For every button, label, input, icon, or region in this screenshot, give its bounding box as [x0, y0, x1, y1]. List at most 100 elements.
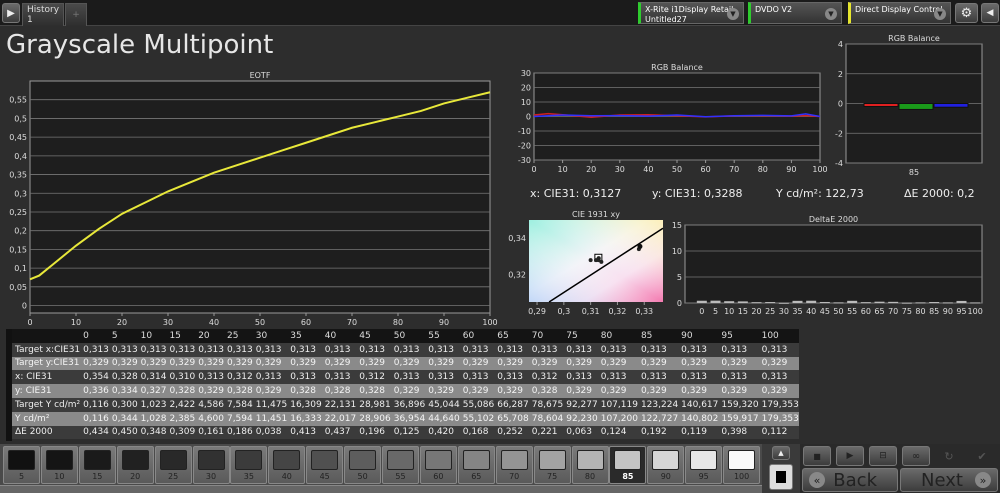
scroll-up-icon[interactable]: ▲ [772, 446, 790, 460]
column-header: 30 [252, 329, 288, 343]
table-cell: 0,313 [390, 370, 426, 385]
stop-measure-icon[interactable]: ■ [803, 446, 831, 466]
play-icon[interactable]: ▶ [2, 3, 20, 23]
table-cell: 0,329 [390, 356, 426, 371]
refresh-icon[interactable]: ↻ [935, 446, 963, 466]
display-selector[interactable]: Direct Display Control ▼ [848, 2, 951, 24]
table-cell: 0,313 [637, 342, 679, 357]
chart-title: EOTF [250, 71, 271, 80]
source-selector[interactable]: DVDO V2 ▼ [748, 2, 842, 24]
swatch-70[interactable]: 70 [495, 446, 533, 484]
swatch-10[interactable]: 10 [40, 446, 78, 484]
column-header: 75 [563, 329, 598, 343]
y-tick-label: 20 [521, 84, 531, 93]
gear-icon[interactable]: ⚙ [955, 3, 978, 23]
delta-e-bar [737, 301, 748, 303]
table-cell: 16,309 [287, 397, 322, 412]
y-tick-label: 0,2 [14, 227, 27, 236]
table-cell: 0,329 [166, 356, 196, 371]
swatch-40[interactable]: 40 [268, 446, 306, 484]
tab-history-1[interactable]: History 1 [22, 3, 64, 26]
swatch-5[interactable]: 5 [3, 446, 40, 484]
rgb-bar-green [898, 103, 934, 110]
swatch-45[interactable]: 45 [306, 446, 344, 484]
y-tick-label: 2 [838, 70, 843, 79]
table-cell: 0,329 [637, 356, 679, 371]
table-cell: 0,328 [108, 370, 138, 385]
back-button[interactable]: « Back [802, 468, 898, 492]
swatch-15[interactable]: 15 [78, 446, 116, 484]
rgb-balance-line-chart: RGB Balance -30 -20 -10 0 10 20 30 0 10 20 30 40 50 60… [518, 63, 828, 174]
plot-area [684, 224, 983, 304]
table-cell: 16,333 [287, 411, 322, 426]
swatch-label: 20 [130, 472, 141, 481]
step-icon[interactable]: ⊟ [869, 446, 897, 466]
x-tick-label: 70 [347, 318, 357, 326]
y-tick-label: 0,45 [9, 133, 27, 142]
table-cell: 0,329 [597, 356, 638, 371]
meter-selector[interactable]: X-Rite i1Display Retail Untitled27 ▼ [638, 2, 744, 24]
table-cell: 0,313 [108, 342, 138, 357]
y-tick-label: 0 [526, 113, 531, 122]
column-header: 60 [459, 329, 495, 343]
next-button[interactable]: Next » [900, 468, 998, 492]
table-cell: 0,329 [597, 384, 638, 398]
table-cell: 0,186 [223, 425, 253, 440]
add-tab-button[interactable]: + [65, 3, 87, 26]
y-tick-label: 0,15 [9, 245, 27, 254]
y-tick-label: 10 [521, 98, 531, 107]
play-measure-icon[interactable]: ▶ [836, 446, 864, 466]
table-cell: 0,313 [678, 342, 719, 357]
column-header: 15 [166, 329, 196, 343]
table-cell: 0,313 [252, 370, 288, 385]
swatch-20[interactable]: 20 [116, 446, 154, 484]
x-tick-label: 20 [586, 165, 596, 174]
swatch-80[interactable]: 80 [571, 446, 609, 484]
swatch-30[interactable]: 30 [192, 446, 230, 484]
stop-icon [776, 471, 786, 483]
stop-button[interactable] [769, 464, 793, 490]
check-icon[interactable]: ✔ [968, 446, 996, 466]
table-cell: 0,336 [80, 384, 109, 398]
row-label: x: CIE31 [12, 370, 81, 385]
top-bar: ▶ History 1 + X-Rite i1Display Retail Un… [0, 0, 1000, 26]
swatch-25[interactable]: 25 [154, 446, 192, 484]
table-cell: 0,112 [758, 425, 799, 440]
loop-icon[interactable]: ∞ [902, 446, 930, 466]
swatch-55[interactable]: 55 [382, 446, 419, 484]
collapse-arrow-icon[interactable]: ◀ [981, 3, 999, 23]
table-cell: 0,300 [108, 397, 138, 412]
y-tick-label: 0,5 [14, 114, 27, 123]
table-cell: 0,398 [718, 425, 759, 440]
table-cell: 0,329 [425, 356, 460, 371]
chart-title: RGB Balance [651, 63, 703, 72]
swatch-95[interactable]: 95 [685, 446, 723, 484]
swatch-60[interactable]: 60 [419, 446, 457, 484]
column-header: 0 [80, 329, 109, 343]
x-tick-label: 80 [393, 318, 403, 326]
table-cell: 0,313 [287, 370, 322, 385]
x-tick-label: 85 [909, 168, 919, 177]
x-tick-label: 40 [209, 318, 219, 326]
swatch-85[interactable]: 85 [609, 446, 647, 484]
swatch-scrollbar[interactable] [0, 485, 762, 493]
readout-luminance: Y cd/m²: 122,73 [776, 187, 864, 200]
swatch-75[interactable]: 75 [533, 446, 571, 484]
table-cell: 78,675 [528, 397, 564, 412]
column-header: 40 [321, 329, 357, 343]
swatch-color [500, 450, 528, 470]
x-tick-label: 10 [724, 307, 734, 316]
y-tick-label: 0,35 [9, 171, 27, 180]
table-cell: 0,329 [356, 356, 391, 371]
table-cell: 0,313 [494, 342, 529, 357]
swatch-65[interactable]: 65 [457, 446, 495, 484]
swatch-35[interactable]: 35 [230, 446, 268, 484]
swatch-100[interactable]: 100 [723, 446, 761, 484]
table-cell: 0,313 [718, 370, 759, 385]
delta-e-bar [792, 300, 803, 303]
swatch-90[interactable]: 90 [647, 446, 685, 484]
swatch-50[interactable]: 50 [344, 446, 382, 484]
table-cell: 0,327 [137, 384, 167, 398]
swatch-color [273, 450, 301, 470]
back-chevron-icon: « [809, 472, 825, 488]
